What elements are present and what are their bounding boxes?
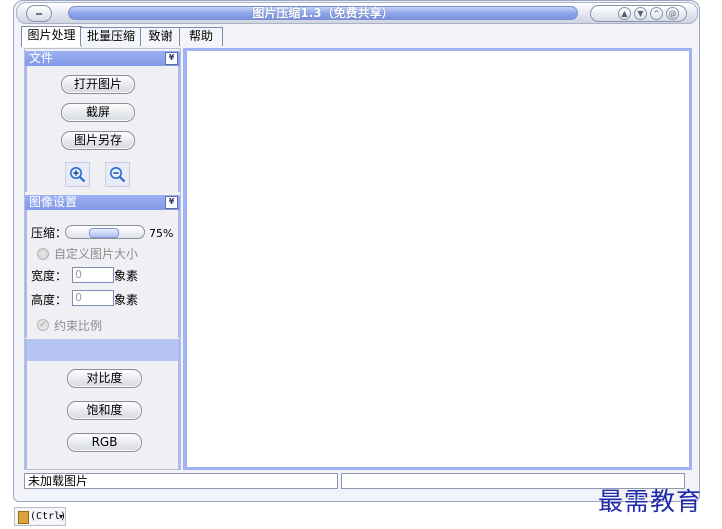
tab-thanks[interactable]: 致谢 [140, 27, 181, 46]
slider-thumb[interactable] [89, 228, 120, 238]
custom-size-label: 自定义图片大小 [54, 247, 139, 261]
height-unit-label: 象素 [114, 293, 139, 307]
status-left: 未加载图片 [24, 473, 338, 489]
custom-size-radio[interactable] [37, 248, 49, 260]
saturation-button[interactable]: 饱和度 [67, 401, 142, 420]
constrain-checkbox[interactable]: ✓ [37, 319, 49, 331]
adjust-section-body: 对比度 饱和度 RGB [25, 361, 180, 469]
close-button[interactable]: @ [666, 7, 679, 20]
height-field[interactable]: 0 [72, 290, 114, 306]
width-label: 宽度： [31, 269, 68, 283]
maximize-button[interactable]: ^ [650, 7, 663, 20]
width-unit-label: 象素 [114, 269, 139, 283]
file-section-body: 打开图片 截屏 图片另存 [25, 66, 180, 192]
minimize-button[interactable]: ▼ [634, 7, 647, 20]
save-as-button[interactable]: 图片另存 [61, 131, 135, 150]
open-image-button[interactable]: 打开图片 [61, 75, 135, 94]
height-label: 高度： [31, 293, 68, 307]
compression-value: 75% [149, 227, 174, 240]
tab-help[interactable]: 帮助 [179, 27, 223, 46]
watermark: 最需教育 [598, 487, 703, 516]
zoom-out-icon[interactable] [105, 162, 130, 187]
screenshot-button[interactable]: 截屏 [61, 103, 135, 122]
window-title: 图片压缩1.3（免费共享） [68, 6, 578, 20]
dropdown-caret-icon: ▾ [58, 512, 63, 521]
zoom-in-icon[interactable] [65, 162, 90, 187]
panel-divider [25, 339, 180, 361]
chevron-down-icon[interactable]: ¥ [165, 196, 178, 209]
paste-options-button[interactable]: (Ctrl) ▾ [14, 507, 66, 526]
width-field[interactable]: 0 [72, 267, 114, 283]
compression-slider[interactable] [65, 225, 145, 239]
file-section-header[interactable]: 文件 ¥ [25, 51, 180, 66]
system-menu-button[interactable] [26, 5, 52, 22]
chevron-down-icon[interactable]: ¥ [165, 52, 178, 65]
constrain-label: 约束比例 [54, 319, 103, 333]
window-controls: ▲ ▼ ^ @ [590, 5, 687, 22]
scroll-up-button[interactable]: ▲ [618, 7, 631, 20]
tab-image-process[interactable]: 图片处理 [21, 26, 82, 47]
image-settings-header[interactable]: 图像设置 ¥ [25, 195, 180, 210]
clipboard-icon [18, 511, 29, 524]
compression-label: 压缩： [31, 226, 68, 240]
tab-batch-compress[interactable]: 批量压缩 [80, 27, 142, 46]
image-settings-title: 图像设置 [29, 195, 78, 209]
contrast-button[interactable]: 对比度 [67, 369, 142, 388]
status-bar: 未加载图片 [18, 471, 692, 491]
file-section-title: 文件 [29, 51, 54, 65]
rgb-button[interactable]: RGB [67, 433, 142, 452]
image-canvas[interactable] [187, 51, 689, 467]
